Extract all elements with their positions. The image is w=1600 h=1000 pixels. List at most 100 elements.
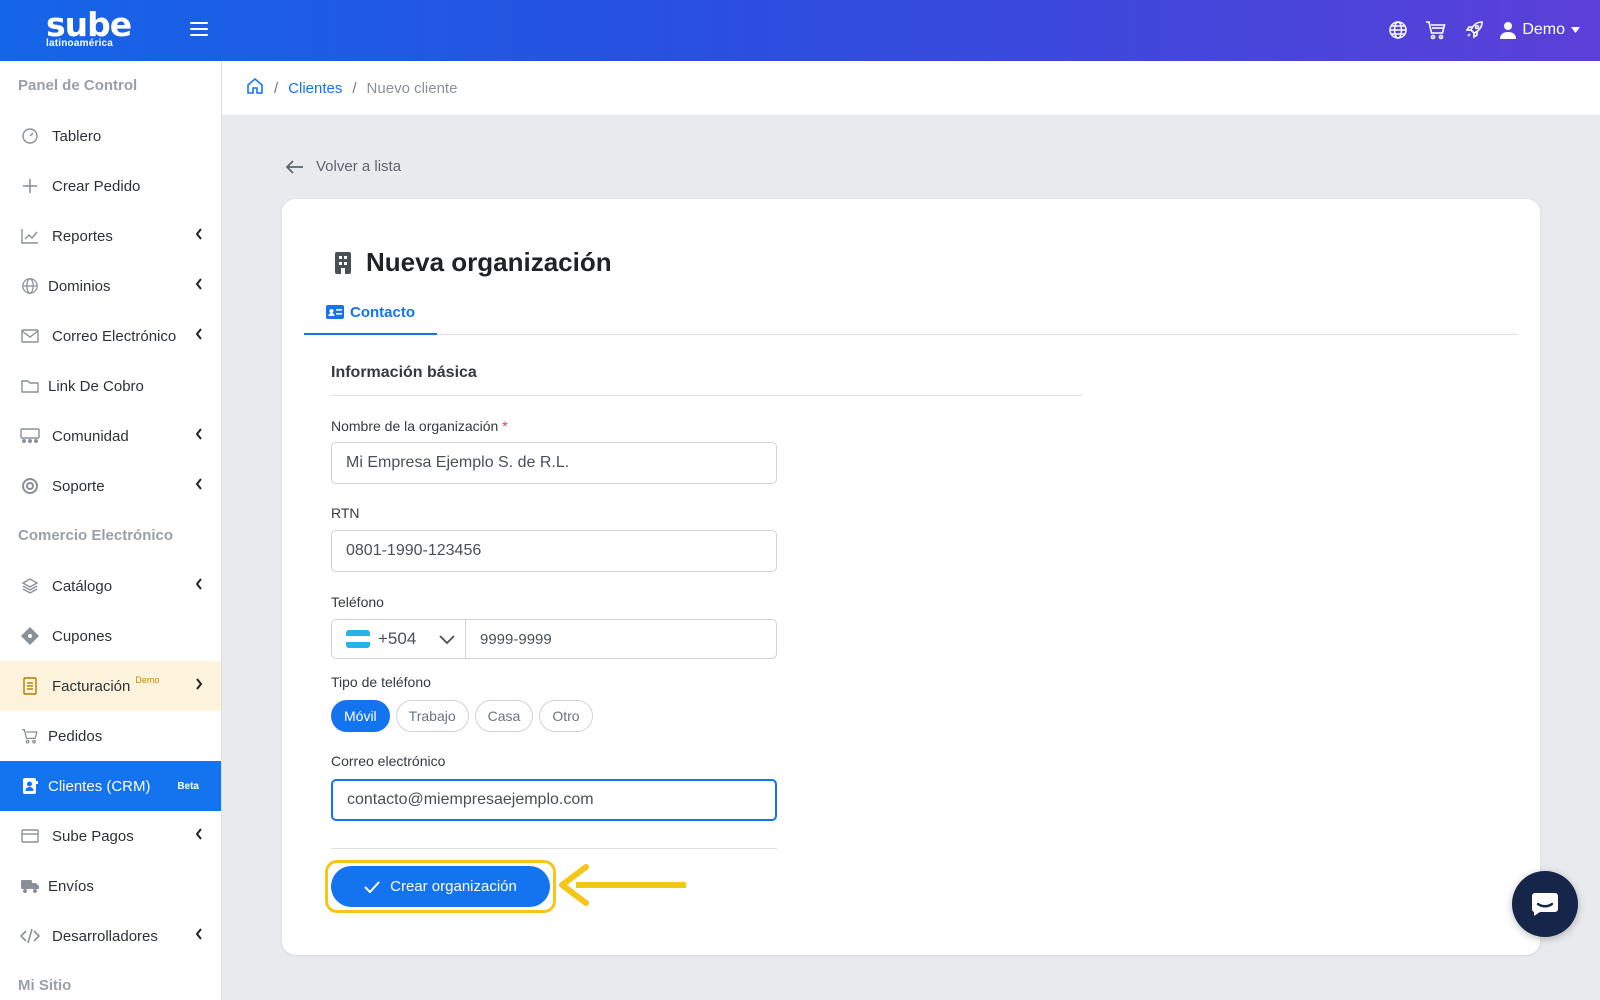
sidebar-item-sube-pagos[interactable]: Sube Pagos [0, 811, 221, 861]
section-divider [331, 395, 1083, 396]
sidebar-item-label: Reportes [52, 227, 113, 245]
user-icon [1500, 22, 1517, 39]
breadcrumb-current: Nuevo cliente [366, 79, 458, 97]
pointer-arrow-icon [559, 864, 686, 906]
form-divider [331, 848, 777, 849]
sidebar-item-label: Soporte [52, 477, 105, 495]
beta-badge: Beta [177, 781, 199, 792]
user-menu[interactable]: Demo [1500, 21, 1580, 39]
chevron-left-icon [195, 228, 203, 243]
page-title: Nueva organización [334, 247, 612, 278]
sidebar-item-desarrolladores[interactable]: Desarrolladores [0, 911, 221, 961]
phone-type-group: Móvil Trabajo Casa Otro [331, 700, 593, 732]
org-name-label-text: Nombre de la organización [331, 418, 499, 434]
chevron-left-icon [195, 478, 203, 493]
sidebar-item-label: Facturación [52, 677, 131, 695]
top-bar: sube latinoamérica Demo [0, 0, 1600, 61]
sidebar-item-correo[interactable]: Correo Electrónico [0, 311, 221, 361]
sidebar-item-envios[interactable]: Envíos [0, 861, 221, 911]
phone-type-otro[interactable]: Otro [539, 700, 593, 732]
create-organization-button[interactable]: Crear organización [331, 866, 550, 907]
country-code-select[interactable]: +504 [332, 620, 466, 658]
sidebar-item-cupones[interactable]: Cupones [0, 611, 221, 661]
invoice-icon [20, 676, 40, 696]
arrow-left-icon [286, 159, 303, 174]
email-label: Correo electrónico [331, 753, 446, 769]
folder-icon [20, 376, 40, 396]
cart-icon [20, 726, 40, 746]
sidebar-item-comunidad[interactable]: Comunidad [0, 411, 221, 461]
sidebar-item-label: Correo Electrónico [52, 327, 177, 345]
sidebar-item-label: Envíos [48, 877, 94, 895]
home-icon[interactable] [246, 77, 264, 99]
country-code: +504 [378, 629, 417, 648]
sidebar-item-link-de-cobro[interactable]: Link De Cobro [0, 361, 221, 411]
breadcrumb: / Clientes / Nuevo cliente [222, 61, 1600, 115]
chevron-left-icon [195, 828, 203, 843]
chat-button[interactable] [1512, 871, 1578, 937]
plus-icon [20, 176, 40, 196]
sidebar-item-crear-pedido[interactable]: Crear Pedido [0, 161, 221, 211]
lifebuoy-icon [20, 476, 40, 496]
tab-contacto[interactable]: Contacto [304, 291, 437, 335]
layers-icon [20, 576, 40, 596]
tab-label: Contacto [350, 303, 415, 321]
page-title-text: Nueva organización [366, 247, 612, 277]
sidebar-item-reportes[interactable]: Reportes [0, 211, 221, 261]
sidebar-item-pedidos[interactable]: Pedidos [0, 711, 221, 761]
chevron-left-icon [195, 928, 203, 943]
required-marker: * [502, 418, 508, 434]
back-to-list-link[interactable]: Volver a lista [286, 158, 401, 175]
chevron-left-icon [195, 578, 203, 593]
chevron-left-icon [195, 278, 203, 293]
chevron-right-icon [195, 678, 203, 693]
breadcrumb-clientes[interactable]: Clientes [288, 80, 342, 97]
truck-icon [20, 876, 40, 896]
chevron-down-icon [439, 630, 455, 650]
globe-icon[interactable] [1386, 18, 1410, 42]
phone-type-movil[interactable]: Móvil [331, 700, 390, 732]
community-icon [20, 426, 40, 446]
check-icon [364, 880, 380, 893]
phone-number-input[interactable]: 9999-9999 [466, 620, 776, 658]
phone-type-casa[interactable]: Casa [474, 700, 534, 732]
contact-icon [20, 776, 40, 796]
rocket-icon[interactable] [1462, 18, 1486, 42]
sidebar-item-label: Link De Cobro [48, 377, 144, 395]
globe-icon [20, 276, 40, 296]
sidebar-item-soporte[interactable]: Soporte [0, 461, 221, 511]
sidebar-section-mi-sitio: Mi Sitio [18, 977, 72, 994]
back-label: Volver a lista [316, 158, 402, 175]
sidebar-item-catalogo[interactable]: Catálogo [0, 561, 221, 611]
phone-type-trabajo[interactable]: Trabajo [395, 700, 469, 732]
sidebar-item-facturacion[interactable]: Facturación Demo [0, 661, 221, 711]
card-icon [20, 826, 40, 846]
chart-icon [20, 226, 40, 246]
org-name-input[interactable]: Mi Empresa Ejemplo S. de R.L. [331, 442, 777, 484]
sidebar-item-dominios[interactable]: Dominios [0, 261, 221, 311]
sidebar-item-label: Catálogo [52, 577, 113, 595]
user-label: Demo [1522, 21, 1565, 38]
rtn-label: RTN [331, 505, 360, 521]
sidebar-item-label: Crear Pedido [52, 177, 141, 195]
rtn-input[interactable]: 0801-1990-123456 [331, 530, 777, 572]
building-icon [335, 251, 351, 274]
email-field[interactable]: contacto@miempresaejemplo.com [331, 779, 777, 821]
chevron-left-icon [195, 328, 203, 343]
org-name-label: Nombre de la organización * [331, 418, 508, 434]
sidebar-item-label: Desarrolladores [52, 927, 158, 945]
menu-toggle-icon[interactable] [190, 22, 208, 38]
logo-main: sube [46, 5, 132, 44]
demo-badge: Demo [135, 675, 160, 685]
sidebar-item-clientes[interactable]: Clientes (CRM) Beta [0, 761, 221, 811]
sidebar-item-tablero[interactable]: Tablero [0, 111, 221, 161]
sidebar-item-label: Clientes (CRM) [48, 777, 151, 795]
tag-icon [20, 626, 40, 646]
logo[interactable]: sube latinoamérica [46, 5, 136, 50]
sidebar-item-label: Pedidos [48, 727, 103, 745]
section-title: Información básica [331, 364, 477, 381]
phone-field: +504 9999-9999 [331, 619, 777, 659]
sidebar-item-label: Comunidad [52, 427, 129, 445]
chat-icon [1531, 893, 1558, 916]
cart-icon[interactable] [1424, 18, 1448, 42]
